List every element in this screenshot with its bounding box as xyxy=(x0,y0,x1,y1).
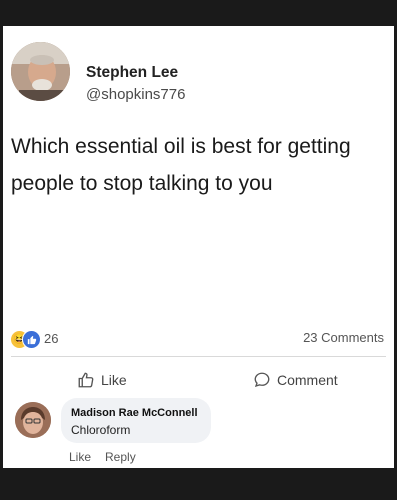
like-button[interactable]: Like xyxy=(77,370,127,390)
comment-reply-link[interactable]: Reply xyxy=(105,450,136,464)
author-handle[interactable]: @shopkins776 xyxy=(86,86,185,103)
comment-like-link[interactable]: Like xyxy=(69,450,91,464)
like-reaction-icon xyxy=(22,330,41,349)
like-label: Like xyxy=(101,372,127,388)
reaction-count: 26 xyxy=(44,331,59,346)
author-avatar[interactable] xyxy=(11,42,70,101)
comment-label: Comment xyxy=(277,372,338,388)
comment-author[interactable]: Madison Rae McConnell xyxy=(71,407,198,419)
commenter-avatar[interactable] xyxy=(15,402,51,438)
comment-button[interactable]: Comment xyxy=(253,370,338,390)
author-name[interactable]: Stephen Lee xyxy=(86,64,178,82)
comment-count[interactable]: 23 Comments xyxy=(303,330,384,345)
comment-bubble-icon xyxy=(254,372,270,388)
commenter-avatar-image xyxy=(15,402,51,438)
post-card: Stephen Lee @shopkins776 Which essential… xyxy=(3,26,394,468)
post-header: Stephen Lee @shopkins776 xyxy=(11,42,386,104)
thumbs-up-icon xyxy=(78,372,94,388)
author-avatar-image xyxy=(11,42,70,101)
bottom-bar xyxy=(0,468,397,500)
comment-text: Chloroform xyxy=(71,423,131,437)
comment-actions: Like Reply xyxy=(69,450,136,464)
divider xyxy=(11,356,386,357)
post-text: Which essential oil is best for getting … xyxy=(11,135,351,195)
comment-bubble: Madison Rae McConnell Chloroform xyxy=(61,398,211,443)
